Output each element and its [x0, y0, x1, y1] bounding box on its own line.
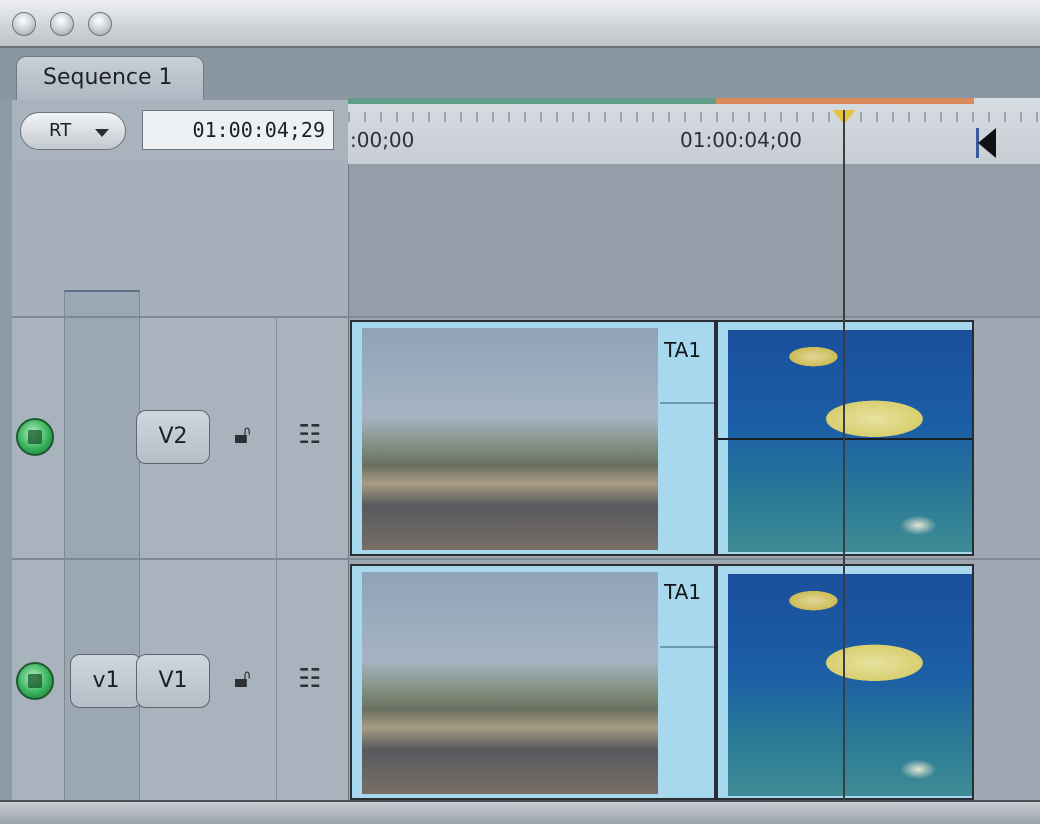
track-visibility-v2-icon[interactable] [16, 418, 54, 456]
rt-popup-button[interactable]: RT [20, 112, 126, 150]
title-bar [0, 0, 1040, 48]
zoom-button[interactable] [88, 12, 112, 36]
track-header-empty [12, 160, 348, 318]
auto-select-icon[interactable]: ☷ [298, 420, 321, 450]
close-button[interactable] [12, 12, 36, 36]
track-visibility-v1-icon[interactable] [16, 662, 54, 700]
clip-v2-fish[interactable] [716, 320, 974, 556]
source-control-v1[interactable]: V1 [136, 654, 210, 708]
ruler-ticks [348, 112, 1040, 122]
rt-label: RT [49, 120, 72, 141]
clip-band-divider [660, 402, 714, 404]
lock-icon[interactable]: 🔓︎ [234, 664, 251, 695]
header-divider [348, 164, 349, 800]
clip-thumbnail-fish [728, 574, 972, 796]
auto-select-icon[interactable]: ☷ [298, 664, 321, 694]
clip-split-line [718, 438, 972, 440]
source-label-v1: V1 [158, 668, 188, 693]
timeline-empty-area [348, 164, 1040, 318]
destination-control-v1[interactable]: v1 [70, 654, 142, 708]
patch-panel-column [64, 290, 140, 802]
source-control-v2[interactable]: V2 [136, 410, 210, 464]
lock-icon[interactable]: 🔓︎ [234, 420, 251, 451]
clip-band-divider [660, 646, 714, 648]
minimize-button[interactable] [50, 12, 74, 36]
clip-thumbnail-airplane [362, 572, 658, 794]
playhead-line[interactable] [843, 110, 845, 800]
clip-thumbnail-airplane [362, 328, 658, 550]
clip-name: TA1 [664, 580, 702, 604]
track-divider [12, 558, 1040, 560]
tab-sequence-1[interactable]: Sequence 1 [16, 56, 204, 100]
chevron-down-icon [95, 129, 109, 137]
clip-v1-ta1[interactable]: TA1 [350, 564, 716, 800]
render-bar-orange [716, 98, 974, 104]
destination-label-v1: v1 [92, 668, 120, 693]
clip-thumbnail-fish [728, 330, 972, 552]
track-divider [12, 316, 1040, 318]
clip-v2-ta1[interactable]: TA1 [350, 320, 716, 556]
source-label-v2: V2 [158, 424, 188, 449]
out-point-icon[interactable] [978, 128, 996, 158]
clip-v1-fish[interactable] [716, 564, 974, 800]
bottom-edge [0, 800, 1040, 824]
current-timecode-field[interactable]: 01:00:04;29 [142, 110, 334, 150]
ruler-start-label: :00;00 [350, 128, 415, 152]
clip-name: TA1 [664, 338, 702, 362]
render-bar-green [348, 98, 716, 104]
tab-label: Sequence 1 [43, 65, 173, 90]
ruler-mid-label: 01:00:04;00 [680, 128, 803, 152]
